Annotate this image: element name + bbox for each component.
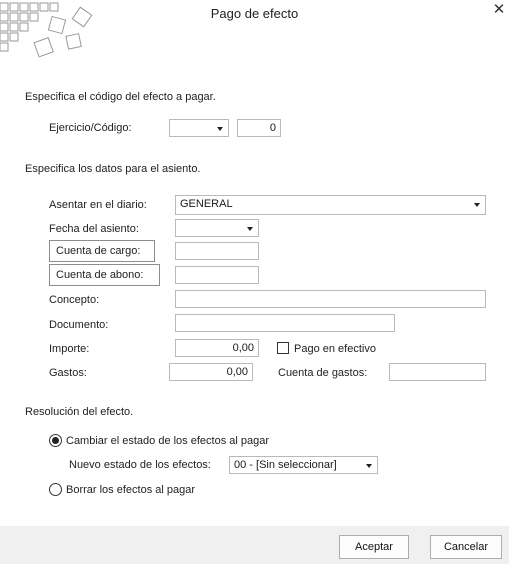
cambiar-estado-label[interactable]: Cambiar el estado de los efectos al paga… [66, 435, 269, 447]
fecha-picker[interactable] [175, 219, 259, 237]
aceptar-button[interactable]: Aceptar [339, 535, 409, 559]
cambiar-estado-radio[interactable] [49, 434, 62, 447]
dialog-title: Pago de efecto [210, 6, 299, 21]
cuenta-gastos-input[interactable] [389, 363, 486, 381]
chevron-down-icon [474, 203, 480, 207]
importe-input[interactable]: 0,00 [175, 339, 259, 357]
borrar-efectos-label[interactable]: Borrar los efectos al pagar [66, 484, 195, 496]
gastos-input[interactable]: 0,00 [169, 363, 253, 381]
cuenta-gastos-label: Cuenta de gastos: [278, 367, 368, 379]
chevron-down-icon [247, 227, 253, 231]
gastos-label: Gastos: [49, 367, 87, 379]
diario-select[interactable]: GENERAL [175, 195, 486, 215]
section-resolucion-heading: Resolución del efecto. [25, 406, 134, 418]
cuenta-cargo-input[interactable] [175, 242, 259, 260]
diario-label: Asentar en el diario: [49, 199, 147, 211]
ejercicio-label: Ejercicio/Código: [49, 122, 132, 134]
chevron-down-icon [366, 464, 372, 468]
documento-input[interactable] [175, 314, 395, 332]
close-icon[interactable]: ✕ [490, 0, 508, 18]
ejercicio-select[interactable] [169, 119, 229, 137]
cuenta-cargo-button[interactable]: Cuenta de cargo: [49, 240, 155, 262]
pago-efectivo-label[interactable]: Pago en efectivo [294, 343, 376, 355]
nuevo-estado-value: 00 - [Sin seleccionar] [234, 459, 337, 471]
documento-label: Documento: [49, 319, 109, 331]
cancelar-button[interactable]: Cancelar [430, 535, 502, 559]
fecha-label: Fecha del asiento: [49, 223, 139, 235]
cuenta-abono-input[interactable] [175, 266, 259, 284]
codigo-input[interactable]: 0 [237, 119, 281, 137]
cuenta-abono-button[interactable]: Cuenta de abono: [49, 264, 160, 286]
chevron-down-icon [217, 127, 223, 131]
nuevo-estado-select[interactable]: 00 - [Sin seleccionar] [229, 456, 378, 474]
diario-value: GENERAL [180, 198, 233, 210]
section-asiento-heading: Especifica los datos para el asiento. [25, 163, 201, 175]
concepto-label: Concepto: [49, 294, 100, 306]
concepto-input[interactable] [175, 290, 486, 308]
pago-efectivo-checkbox[interactable] [277, 342, 289, 354]
importe-label: Importe: [49, 343, 90, 355]
nuevo-estado-label: Nuevo estado de los efectos: [69, 459, 211, 471]
borrar-efectos-radio[interactable] [49, 483, 62, 496]
section-codigo-heading: Especifica el código del efecto a pagar. [25, 91, 216, 103]
